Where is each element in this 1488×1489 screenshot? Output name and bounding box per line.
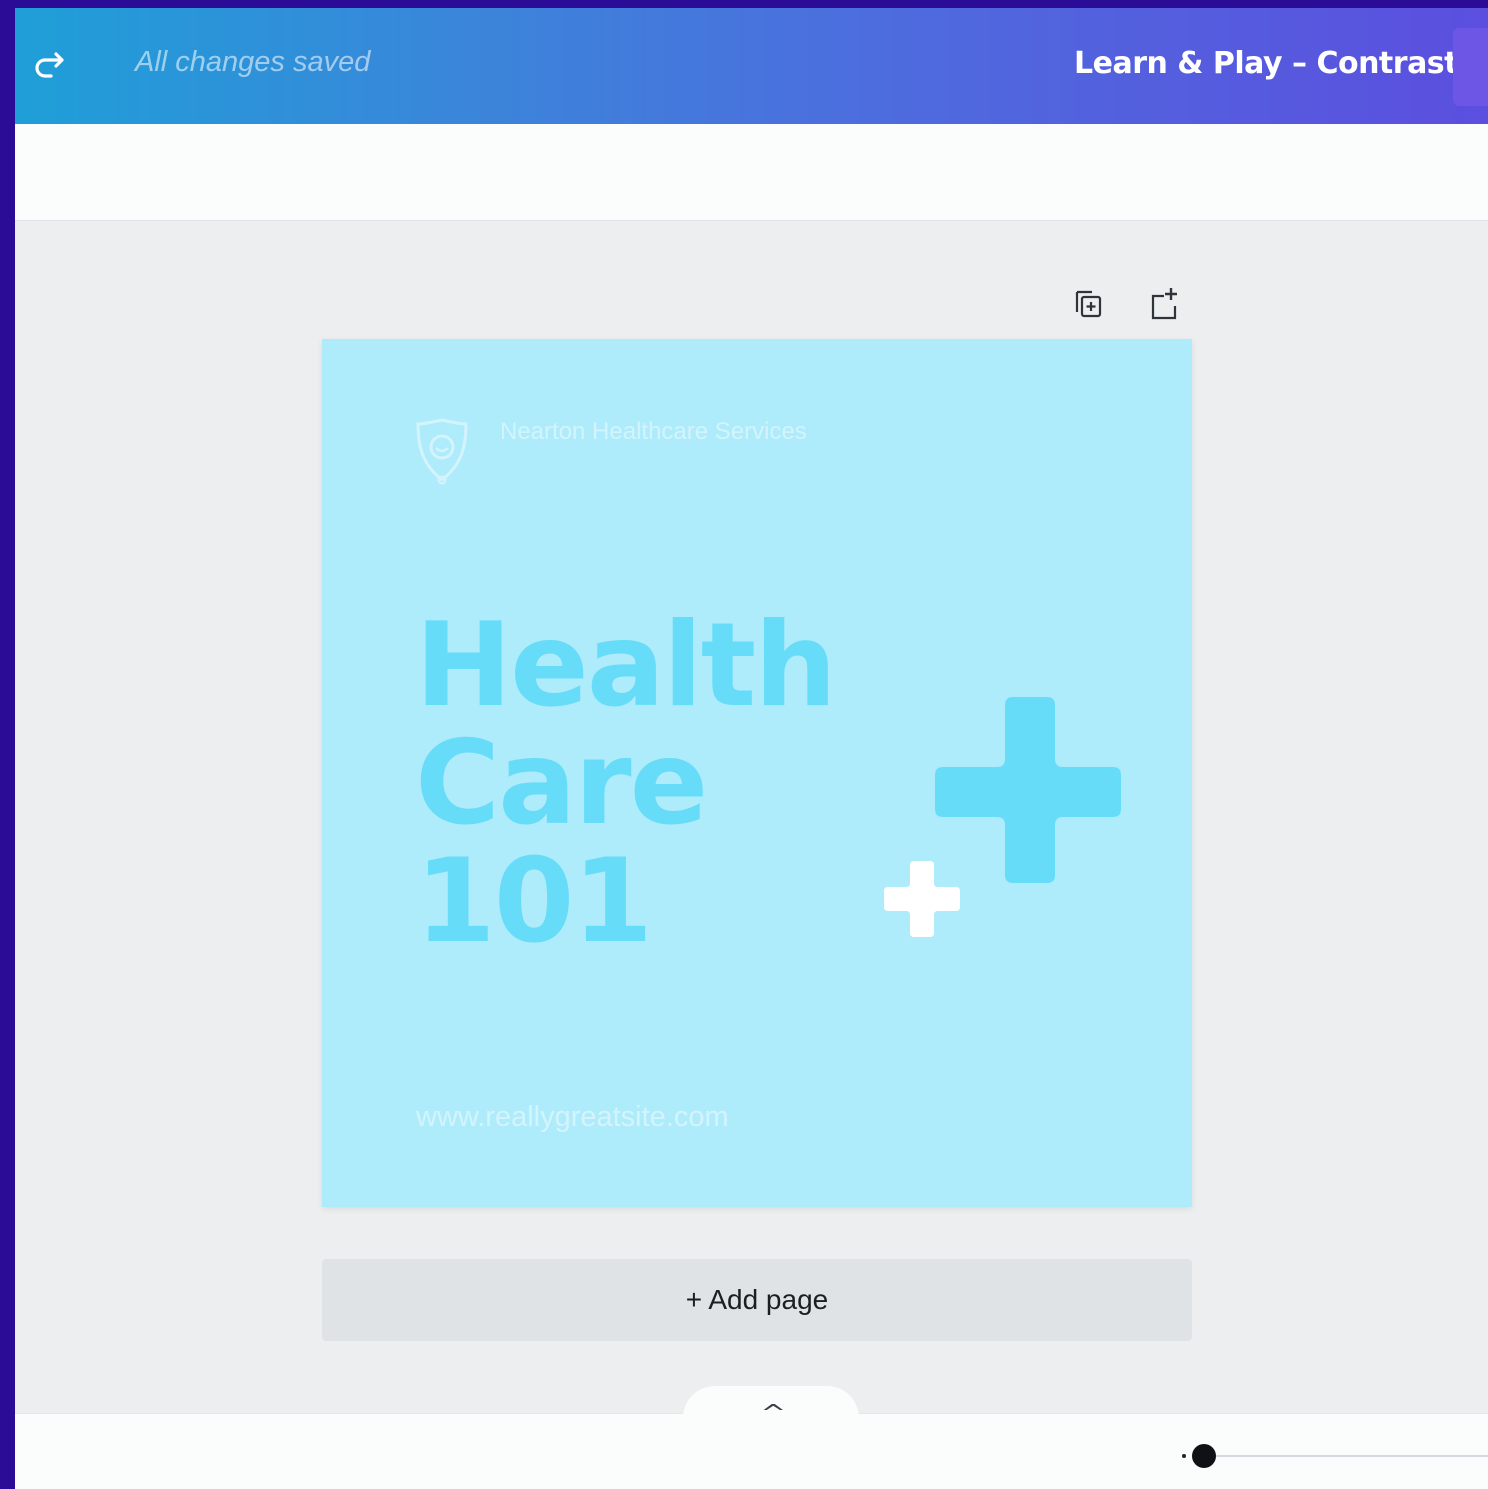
design-page[interactable]: Nearton Healthcare Services Health Care …: [322, 339, 1192, 1207]
top-bar: All changes saved Learn & Play – Contras…: [15, 8, 1488, 124]
zoom-track: [1202, 1455, 1488, 1457]
medical-cross-large-icon: [935, 697, 1121, 883]
editor-window: All changes saved Learn & Play – Contras…: [15, 8, 1488, 1489]
share-button[interactable]: [1453, 28, 1488, 106]
duplicate-page-button[interactable]: [1068, 284, 1108, 324]
add-page-icon: [1151, 288, 1177, 320]
zoom-thumb[interactable]: [1192, 1444, 1216, 1468]
document-title[interactable]: Learn & Play – Contrast: [1074, 46, 1459, 81]
healthcare-shield-logo-icon: [416, 418, 468, 485]
toolbar: [15, 124, 1488, 221]
headline: Health Care 101: [415, 598, 837, 969]
chevron-up-icon: ^: [760, 1401, 787, 1426]
brand-name: Nearton Healthcare Services: [500, 418, 807, 445]
duplicate-page-icon: [1075, 290, 1102, 318]
add-page-button[interactable]: + Add page: [322, 1259, 1192, 1341]
redo-icon: [35, 52, 64, 78]
add-new-page-button[interactable]: [1144, 284, 1184, 324]
medical-cross-small-icon: [884, 861, 960, 937]
redo-button[interactable]: [31, 46, 73, 88]
zoom-min-marker: [1182, 1454, 1186, 1458]
zoom-slider[interactable]: [1182, 1436, 1488, 1476]
save-status: All changes saved: [135, 46, 371, 78]
website-url: www.reallygreatsite.com: [416, 1101, 729, 1133]
